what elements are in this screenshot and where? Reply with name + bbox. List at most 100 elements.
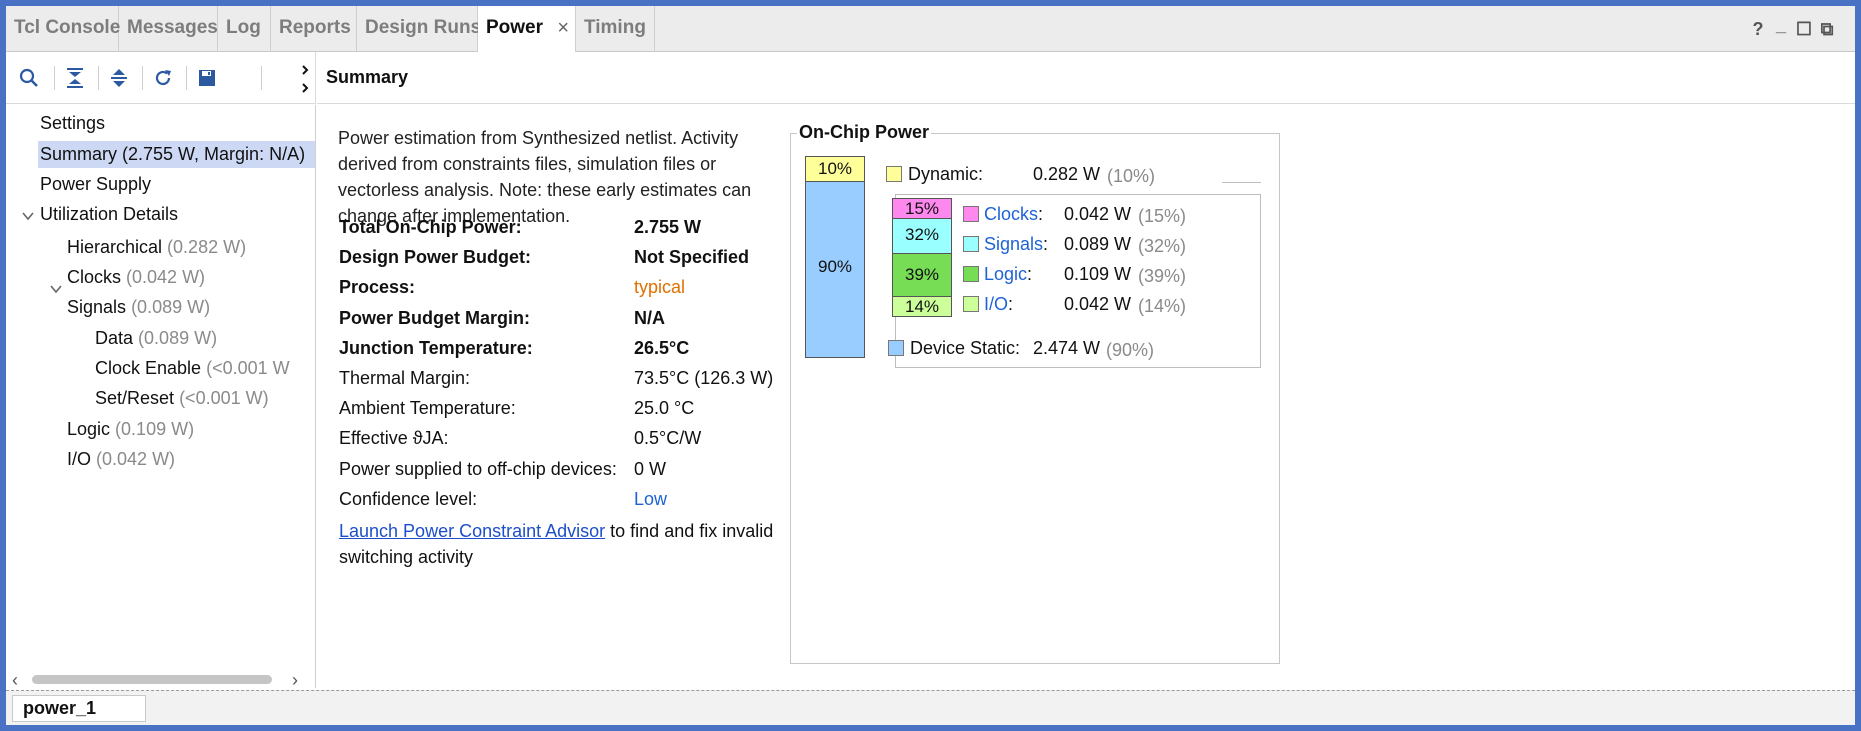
tree-item-value: (0.089 W) xyxy=(138,328,218,348)
tab-messages[interactable]: Messages xyxy=(119,6,218,52)
tree-item-label: Power Supply xyxy=(40,174,152,194)
property-label: Thermal Margin: xyxy=(339,368,471,388)
tab-label: Tcl Console xyxy=(14,17,121,38)
clocks-link[interactable]: Clocks xyxy=(984,204,1038,224)
tree-item-label: Summary (2.755 W, Margin: N/A) xyxy=(40,144,306,164)
io-link[interactable]: I/O xyxy=(984,294,1008,314)
tree-item-label: Settings xyxy=(40,113,106,133)
tree-item-hierarchical[interactable]: Hierarchical (0.282 W) xyxy=(67,237,246,258)
navigation-tree: Settings Summary (2.755 W, Margin: N/A) … xyxy=(6,105,316,688)
logic-percent: (39%) xyxy=(1138,266,1187,286)
tree-item-set-reset[interactable]: Set/Reset (<0.001 W) xyxy=(95,388,269,409)
power-window: Tcl Console Messages Log Reports Design … xyxy=(0,0,1861,731)
property-label: Ambient Temperature: xyxy=(339,398,516,418)
tree-item-value: (0.109 W) xyxy=(115,419,195,439)
search-icon[interactable] xyxy=(12,64,46,92)
dynamic-color-swatch xyxy=(886,166,902,182)
tab-timing[interactable]: Timing xyxy=(576,6,655,52)
save-icon[interactable] xyxy=(190,64,224,92)
tab-log[interactable]: Log xyxy=(218,6,271,52)
property-label: Confidence level: xyxy=(339,489,478,509)
device-static-label: Device Static: xyxy=(910,338,1021,358)
tab-label: Timing xyxy=(584,17,646,38)
tree-item-label: I/O xyxy=(67,449,92,469)
tree-item-data[interactable]: Data (0.089 W) xyxy=(95,328,217,349)
toolbar-separator xyxy=(54,66,55,90)
tree-item-value: (0.042 W) xyxy=(126,267,206,287)
tree-item-value: (0.042 W) xyxy=(96,449,176,469)
scroll-right-icon[interactable]: › xyxy=(292,670,298,688)
tree-item-clocks[interactable]: Clocks (0.042 W) xyxy=(67,267,205,288)
float-icon[interactable]: ⧉ xyxy=(1814,16,1840,42)
tree-item-label: Hierarchical xyxy=(67,237,163,257)
tab-power[interactable]: Power × xyxy=(478,6,576,53)
tree-item-utilization-details[interactable]: Utilization Details xyxy=(40,204,178,225)
tree-item-power-supply[interactable]: Power Supply xyxy=(40,174,151,195)
logic-link[interactable]: Logic xyxy=(984,264,1027,284)
bar-label: 15% xyxy=(904,199,940,218)
toolbar-separator xyxy=(186,66,187,90)
device-static-value: 2.474 W xyxy=(1033,338,1101,358)
property-label: Junction Temperature: xyxy=(339,338,533,358)
tree-item-label: Data xyxy=(95,328,134,348)
property-value: typical xyxy=(634,277,686,297)
device-static-percent: (90%) xyxy=(1106,340,1155,360)
tree-item-summary[interactable]: Summary (2.755 W, Margin: N/A) xyxy=(38,141,315,168)
advisor-text: Launch Power Constraint Advisor to find … xyxy=(339,518,779,570)
expand-all-icon[interactable] xyxy=(102,64,136,92)
property-value: 2.755 W xyxy=(634,217,702,237)
tab-label: Log xyxy=(226,17,261,38)
bar-label: 90% xyxy=(817,257,853,276)
bar-label: 39% xyxy=(904,265,940,284)
close-tab-icon[interactable]: × xyxy=(557,6,569,50)
tree-item-signals[interactable]: Signals (0.089 W) xyxy=(67,297,210,318)
summary-description: Power estimation from Synthesized netlis… xyxy=(338,128,752,226)
signals-link[interactable]: Signals xyxy=(984,234,1043,254)
launch-power-constraint-advisor-link[interactable]: Launch Power Constraint Advisor xyxy=(339,521,605,541)
refresh-icon[interactable] xyxy=(146,64,180,92)
dynamic-percent: (10%) xyxy=(1107,166,1156,186)
tree-item-io[interactable]: I/O (0.042 W) xyxy=(67,449,175,470)
clocks-label: Clocks: xyxy=(984,204,1044,224)
tree-item-value: (<0.001 W) xyxy=(179,388,269,408)
tab-power-1[interactable]: power_1 xyxy=(12,695,146,722)
confidence-level-link[interactable]: Low xyxy=(634,489,667,510)
logic-percent-bar: 39% xyxy=(892,253,952,297)
toolbar-separator xyxy=(261,66,262,90)
signals-color-swatch xyxy=(963,236,979,252)
chevron-down-icon[interactable] xyxy=(22,210,34,222)
horizontal-scrollbar[interactable]: ‹ › xyxy=(6,668,315,688)
scrollbar-thumb[interactable] xyxy=(32,675,272,684)
tree-item-clock-enable[interactable]: Clock Enable (<0.001 W xyxy=(95,358,290,379)
scroll-left-icon[interactable]: ‹ xyxy=(12,670,18,688)
signals-label: Signals: xyxy=(984,234,1049,254)
property-label: Power supplied to off-chip devices: xyxy=(339,459,617,479)
dynamic-bracket-line xyxy=(1222,182,1261,183)
property-value: 0.5°C/W xyxy=(634,428,702,448)
toolbar-separator xyxy=(98,66,99,90)
bar-label: 32% xyxy=(904,225,940,244)
tree-item-settings[interactable]: Settings xyxy=(40,113,105,134)
property-value: 73.5°C (126.3 W) xyxy=(634,368,774,388)
tree-item-logic[interactable]: Logic (0.109 W) xyxy=(67,419,194,440)
io-value: 0.042 W xyxy=(1064,294,1132,314)
collapse-all-icon[interactable] xyxy=(58,64,92,92)
toolbar-separator xyxy=(142,66,143,90)
clocks-percent: (15%) xyxy=(1138,206,1187,226)
chevron-down-icon[interactable] xyxy=(50,283,62,295)
io-label: I/O: xyxy=(984,294,1014,314)
summary-header: Summary xyxy=(317,52,1855,104)
logic-color-swatch xyxy=(963,266,979,282)
tree-item-label: Signals xyxy=(67,297,127,317)
property-value: 0 W xyxy=(634,459,667,479)
dynamic-value: 0.282 W xyxy=(1033,164,1101,184)
tab-tcl-console[interactable]: Tcl Console xyxy=(6,6,121,52)
tree-item-value: (<0.001 W xyxy=(206,358,290,378)
tab-label: Design Runs xyxy=(365,17,482,38)
property-value: N/A xyxy=(634,308,665,328)
tab-reports[interactable]: Reports xyxy=(271,6,357,52)
splitter-grip-icon[interactable] xyxy=(301,62,311,96)
tab-design-runs[interactable]: Design Runs xyxy=(357,6,482,52)
tree-item-value: (0.089 W) xyxy=(131,297,211,317)
tree-item-label: Clock Enable xyxy=(95,358,202,378)
